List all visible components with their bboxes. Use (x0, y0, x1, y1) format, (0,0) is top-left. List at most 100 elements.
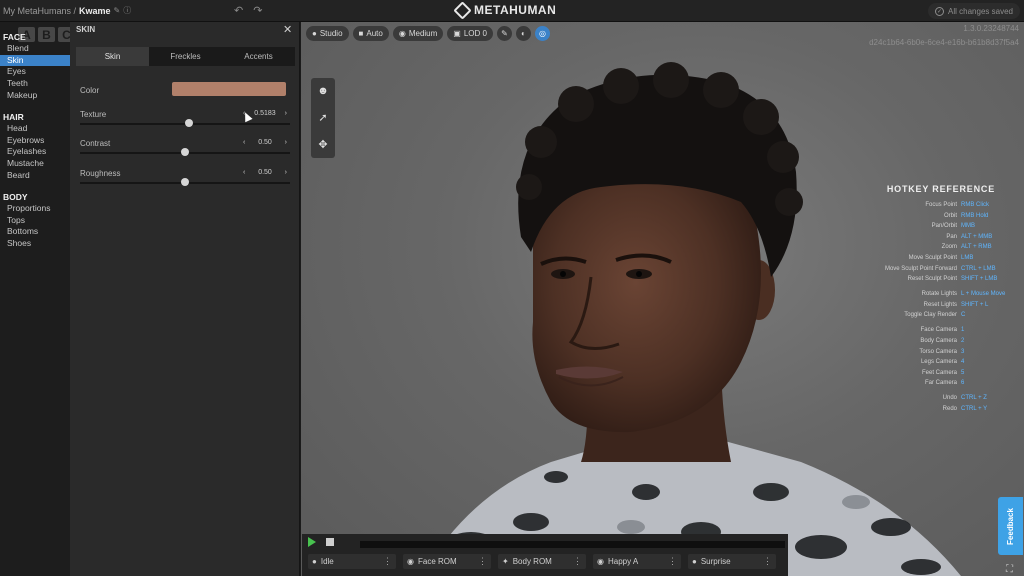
decrement-icon[interactable]: ‹ (243, 169, 245, 176)
undo-redo-group: ↶ ↷ (234, 4, 262, 17)
hotkey-action: Feet Camera (921, 369, 957, 376)
hotkey-action: Toggle Clay Render (904, 312, 957, 319)
hotkey-action: Undo (942, 395, 957, 402)
build-id: d24c1b64-6b0e-6ce4-e16b-b61b8d37f5a4 (869, 38, 1019, 47)
camera-mode-dropdown[interactable]: ■ Auto (352, 26, 389, 41)
skin-panel: SKIN ✕ Skin Freckles Accents Color Textu… (70, 22, 300, 576)
sidebar-item-proportions[interactable]: Proportions (0, 203, 70, 215)
anim-label: Face ROM (417, 557, 457, 566)
sidebar-item-shoes[interactable]: Shoes (0, 238, 70, 250)
sidebar-item-eyes[interactable]: Eyes (0, 66, 70, 78)
hotkey-key: MMB (961, 223, 975, 230)
hotkey-action: Pan/Orbit (931, 223, 957, 230)
sidebar-item-beard[interactable]: Beard (0, 170, 70, 182)
hotkey-action: Face Camera (920, 327, 957, 334)
hotkey-key: ALT + MMB (961, 233, 993, 240)
video-icon: ■ (358, 29, 364, 38)
category-sidebar: A B C FACE Blend Skin Eyes Teeth Makeup … (0, 22, 75, 576)
close-icon[interactable]: ✕ (283, 23, 292, 36)
save-status: ✓ All changes saved (928, 3, 1020, 19)
anim-label: Idle (320, 557, 334, 566)
sidebar-item-makeup[interactable]: Makeup (0, 90, 70, 102)
metahuman-app: My MetaHumans / Kwame ✎ ⓘ ↶ ↷ METAHUMAN … (0, 0, 1024, 576)
lighting-dropdown[interactable]: ● Studio (306, 26, 349, 41)
viewport-3d[interactable]: ● Studio ■ Auto ◉ Medium ▣ LOD 0 ✎ ◐ ◎ 1.3.0… (301, 22, 1024, 576)
brush-icon: ✎ (501, 29, 508, 38)
sidebar-item-teeth[interactable]: Teeth (0, 78, 70, 90)
contrast-stepper[interactable]: ‹ 0.50 › (240, 137, 290, 148)
anim-surprise[interactable]: ● Surprise ⋮ (688, 554, 776, 569)
logo-mark-icon (453, 0, 472, 20)
hair-group: HAIR Head Eyebrows Eyelashes Mustache Be… (0, 111, 70, 181)
breadcrumb-root[interactable]: My MetaHumans / (3, 6, 76, 16)
decrement-icon[interactable]: ‹ (243, 139, 245, 146)
increment-icon[interactable]: › (285, 110, 287, 117)
sidebar-item-eyelashes[interactable]: Eyelashes (0, 146, 70, 158)
texture-slider-handle[interactable] (185, 119, 193, 127)
hotkey-key: 4 (961, 359, 965, 366)
increment-icon[interactable]: › (285, 169, 287, 176)
anim-body-rom[interactable]: ✦ Body ROM ⋮ (498, 554, 586, 569)
more-options-icon[interactable]: ⋮ (573, 556, 582, 567)
pointer-tool-icon[interactable]: ➚ (318, 111, 327, 124)
timeline-scrubber[interactable] (360, 541, 785, 548)
edit-icon[interactable]: ✎ (114, 6, 121, 15)
face-icon: ◉ (407, 557, 414, 566)
redo-icon[interactable]: ↷ (253, 4, 262, 17)
tab-freckles[interactable]: Freckles (149, 47, 222, 66)
contrast-slider-handle[interactable] (181, 148, 189, 156)
skin-tabs: Skin Freckles Accents (76, 47, 295, 66)
feedback-button[interactable]: Feedback (998, 497, 1023, 555)
animation-player: ● Idle ⋮ ◉ Face ROM ⋮ ✦ Body ROM ⋮ ◉ Happy A ⋮ ●… (302, 534, 788, 576)
anim-happy-a[interactable]: ◉ Happy A ⋮ (593, 554, 681, 569)
sidebar-item-head[interactable]: Head (0, 123, 70, 135)
increment-icon[interactable]: › (285, 139, 287, 146)
clay-render-button[interactable]: ◐ (515, 26, 531, 41)
lod-dropdown[interactable]: ▣ LOD 0 (447, 26, 493, 41)
sidebar-item-bottoms[interactable]: Bottoms (0, 226, 70, 238)
tab-accents[interactable]: Accents (222, 47, 295, 66)
anim-label: Surprise (700, 557, 731, 566)
fullscreen-icon[interactable]: ⛶ (1006, 564, 1013, 575)
contrast-value[interactable]: 0.50 (258, 139, 272, 146)
anim-face-rom[interactable]: ◉ Face ROM ⋮ (403, 554, 491, 569)
anim-label: Body ROM (512, 557, 552, 566)
more-options-icon[interactable]: ⋮ (763, 556, 772, 567)
build-version: 1.3.0.23248744 (963, 24, 1019, 33)
more-options-icon[interactable]: ⋮ (383, 556, 392, 567)
play-icon[interactable] (308, 537, 316, 547)
hotkey-key: RMB Hold (961, 212, 989, 219)
info-icon[interactable]: ⓘ (123, 5, 131, 16)
more-options-icon[interactable]: ⋮ (668, 556, 677, 567)
quality-dropdown[interactable]: ◉ Medium (392, 26, 444, 41)
color-swatch[interactable] (172, 82, 286, 96)
roughness-value[interactable]: 0.50 (258, 169, 272, 176)
quality-icon: ◉ (398, 29, 406, 38)
playback-controls (308, 537, 334, 547)
toggle-view-button[interactable]: ◎ (534, 26, 550, 41)
undo-icon[interactable]: ↶ (234, 4, 243, 17)
hotkey-key: RMB Click (961, 202, 989, 208)
hotkey-row: Move Sculpt Point LMB (867, 253, 1019, 264)
roughness-slider-handle[interactable] (181, 178, 189, 186)
sculpt-tool-button[interactable]: ✎ (496, 26, 512, 41)
hotkey-key: SHIFT + L (961, 301, 989, 308)
head-select-icon[interactable]: ☻ (317, 85, 329, 97)
contrast-label: Contrast (80, 139, 111, 148)
hotkey-row: Torso Camera 3 (867, 347, 1019, 358)
hotkey-title: HOTKEY REFERENCE (886, 184, 995, 194)
more-options-icon[interactable]: ⋮ (478, 556, 487, 567)
face-icon: ◉ (597, 557, 604, 566)
tab-skin[interactable]: Skin (76, 47, 149, 66)
stop-icon[interactable] (326, 538, 334, 546)
sidebar-item-eyebrows[interactable]: Eyebrows (0, 135, 70, 147)
sidebar-item-tops[interactable]: Tops (0, 215, 70, 227)
save-status-text: All changes saved (948, 6, 1013, 16)
texture-value[interactable]: 0.5183 (254, 110, 275, 117)
move-tool-icon[interactable]: ✥ (318, 138, 327, 151)
sidebar-item-mustache[interactable]: Mustache (0, 158, 70, 170)
sidebar-item-skin[interactable]: Skin (0, 54, 70, 67)
sidebar-item-blend[interactable]: Blend (0, 43, 70, 55)
roughness-stepper[interactable]: ‹ 0.50 › (240, 167, 290, 178)
anim-idle[interactable]: ● Idle ⋮ (308, 554, 396, 569)
